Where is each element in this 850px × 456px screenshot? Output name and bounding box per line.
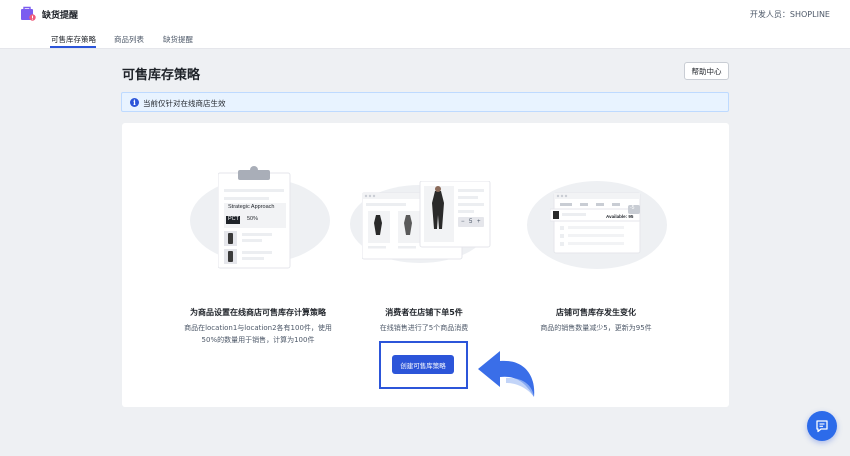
notice-banner: i 当前仅针对在线商店生效 [121, 92, 729, 112]
chat-button[interactable] [807, 411, 837, 441]
top-bar: 缺货提醒 开发人员：SHOPLINE [0, 0, 850, 30]
app-logo-icon [21, 6, 36, 21]
stepper-plus: + [477, 219, 481, 225]
stepper-value: 5 [469, 219, 473, 225]
info-icon: i [130, 98, 139, 107]
inventory-table-icon [550, 192, 641, 254]
pointer-arrow-icon [478, 351, 535, 397]
active-tab-indicator [50, 46, 96, 48]
strategy-card: Strategic Approach PCT 50% − 5 + Availab… [122, 123, 729, 407]
step-2-desc: 在线销售进行了5个商品消费 [379, 324, 469, 332]
storefront-window-icon [362, 181, 491, 260]
step-1-desc: 商品在location1与location2各有100件，使用 50%的数量用于… [168, 322, 348, 346]
step-3-title: 店铺可售库存发生变化 [556, 308, 636, 317]
developer-label: 开发人员：SHOPLINE [749, 10, 830, 19]
app-title: 缺货提醒 [42, 11, 79, 21]
stepper-minus: − [461, 219, 465, 225]
help-center-button[interactable]: 帮助中心 [684, 62, 729, 80]
delta-badge: -5 [630, 205, 635, 211]
step-2-title: 消费者在店铺下单5件 [385, 308, 463, 317]
pct-value: 50% [247, 216, 259, 222]
step-1-title: 为商品设置在线商店可售库存计算策略 [190, 308, 326, 317]
step-1-desc-line1: 商品在location1与location2各有100件，使用 [184, 324, 332, 332]
available-label: Available: 95 [606, 214, 634, 219]
tab-stock-alert[interactable]: 缺货提醒 [163, 34, 193, 45]
strategy-card-title: Strategic Approach [228, 204, 275, 210]
create-button-highlight: 创建可售库策略 [379, 341, 468, 389]
notice-text: 当前仅针对在线商店生效 [143, 99, 226, 108]
tab-inventory-strategy[interactable]: 可售库存策略 [51, 34, 96, 45]
tab-bar: 可售库存策略 商品列表 缺货提醒 [0, 30, 850, 49]
tab-product-list[interactable]: 商品列表 [114, 34, 144, 45]
page-title: 可售库存策略 [122, 68, 201, 83]
step-3-desc: 商品的销售数量减少5，更新为95件 [540, 324, 652, 332]
pct-badge: PCT [228, 216, 239, 222]
chat-icon [816, 420, 828, 433]
create-strategy-button[interactable]: 创建可售库策略 [392, 355, 454, 374]
step-1-desc-line2: 50%的数量用于销售，计算为100件 [201, 336, 315, 344]
